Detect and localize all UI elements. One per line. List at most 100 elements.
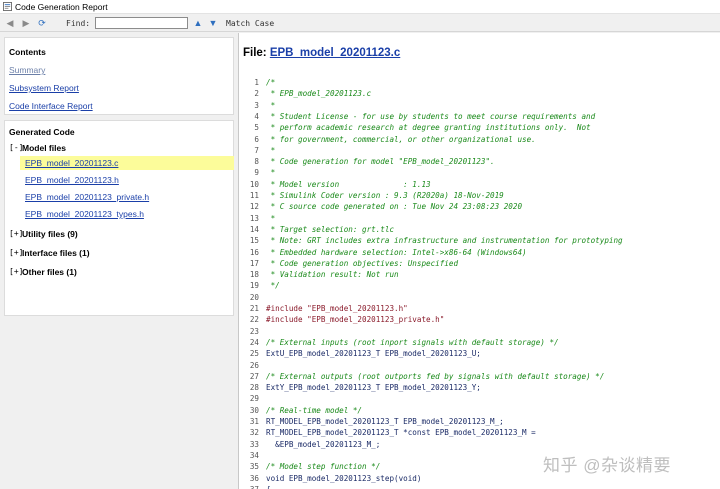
- file-header: File: EPB_model_20201123.c: [243, 47, 400, 59]
- line-number: 26: [249, 360, 259, 370]
- line-number: 2: [254, 89, 259, 99]
- code-line: 23: [239, 326, 720, 337]
- app-icon: [3, 2, 12, 11]
- file-link[interactable]: EPB_model_20201123_types.h: [25, 209, 144, 219]
- line-number: 31: [249, 417, 259, 426]
- forward-arrow-icon[interactable]: ▶: [21, 18, 31, 28]
- line-number: 25: [249, 349, 259, 359]
- match-case-toggle[interactable]: Match Case: [226, 19, 274, 28]
- back-arrow-icon[interactable]: ◀: [5, 18, 15, 28]
- code-line: 18 * Validation result: Not run: [239, 269, 720, 280]
- interface-files-group[interactable]: [+] Interface files (1): [9, 246, 229, 260]
- line-number: 32: [249, 428, 259, 438]
- find-previous-icon[interactable]: ▲: [193, 18, 203, 28]
- line-text: * C source code generated on : Tue Nov 2…: [266, 202, 523, 212]
- code-line: 21 #include "EPB_model_20201123.h": [239, 303, 720, 314]
- code-line: 31 RT_MODEL_EPB_model_20201123_T EPB_mode…: [239, 416, 720, 427]
- subsystem-report-link[interactable]: Subsystem Report: [9, 83, 79, 93]
- find-input[interactable]: [95, 17, 188, 29]
- line-text: * for government, commercial, or other o…: [266, 134, 536, 144]
- file-item[interactable]: EPB_model_20201123_private.h: [20, 190, 234, 204]
- line-number: 15: [249, 236, 259, 246]
- file-item-selected[interactable]: EPB_model_20201123.c: [20, 156, 234, 170]
- code-line: 11 * Simulink Coder version : 9.3 (R2020…: [239, 190, 720, 201]
- line-number: 24: [249, 337, 259, 347]
- file-item[interactable]: EPB_model_20201123_types.h: [20, 207, 234, 221]
- other-files-group[interactable]: [+] Other files (1): [9, 265, 229, 279]
- refresh-icon[interactable]: ⟳: [37, 18, 47, 28]
- line-text: #include "EPB_model_20201123_private.h": [266, 315, 445, 325]
- toolbar: ◀ ▶ ⟳ Find: ▲ ▼ Match Case: [0, 14, 720, 32]
- line-number: 37: [243, 484, 259, 489]
- interface-files-label: Interface files (1): [22, 248, 90, 258]
- code-line: 16 * Embedded hardware selection: Intel-…: [239, 247, 720, 258]
- line-text: void EPB_model_20201123_step(void): [266, 473, 422, 483]
- window-title: Code Generation Report: [15, 2, 108, 12]
- code-line: 32 RT_MODEL_EPB_model_20201123_T *const E…: [239, 427, 720, 438]
- line-number: 28: [249, 383, 259, 393]
- line-number: 18: [249, 270, 259, 280]
- generated-code-panel: Generated Code [-] Model files EPB_model…: [4, 120, 234, 316]
- line-number: 30: [249, 405, 259, 415]
- summary-link[interactable]: Summary: [9, 65, 45, 75]
- line-number: 29: [249, 394, 259, 404]
- file-link[interactable]: EPB_model_20201123.h: [25, 175, 119, 185]
- code-line: 24 /* External inputs (root inport signal…: [239, 337, 720, 348]
- file-item[interactable]: EPB_model_20201123.h: [20, 173, 234, 187]
- code-line: 8 * Code generation for model "EPB_model…: [239, 156, 720, 167]
- code-line: 19 */: [239, 280, 720, 291]
- line-text: */: [266, 281, 280, 291]
- code-line: 12 * C source code generated on : Tue No…: [239, 201, 720, 212]
- code-line: 6 * for government, commercial, or other…: [239, 134, 720, 145]
- line-text: ExtU_EPB_model_20201123_T EPB_model_2020…: [266, 349, 481, 359]
- line-number: 36: [249, 473, 259, 483]
- line-number: 8: [254, 157, 259, 167]
- code-view-pane: File: EPB_model_20201123.c 1/* 2 * EPB_mo…: [239, 33, 720, 489]
- code-line: 13 *: [239, 213, 720, 224]
- file-header-link[interactable]: EPB_model_20201123.c: [270, 47, 400, 59]
- line-text: * Validation result: Not run: [266, 270, 399, 280]
- utility-files-group[interactable]: [+] Utility files (9): [9, 227, 229, 241]
- utility-files-label: Utility files (9): [22, 229, 78, 239]
- model-files-group[interactable]: [-] Model files: [9, 141, 229, 155]
- contents-title: Contents: [9, 47, 46, 57]
- navigation-pane: Contents Summary Subsystem Report Code I…: [0, 33, 238, 489]
- line-text: *: [266, 100, 276, 110]
- line-text: /* External outputs (root outports fed b…: [266, 371, 605, 381]
- line-text: RT_MODEL_EPB_model_20201123_T EPB_model_…: [266, 417, 504, 426]
- line-text: * Target selection: grt.tlc: [266, 224, 395, 234]
- line-text: * perform academic research at degree gr…: [266, 123, 591, 133]
- line-text: ExtY_EPB_model_20201123_T EPB_model_2020…: [266, 383, 481, 393]
- code-line: 25 ExtU_EPB_model_20201123_T EPB_model_20…: [239, 348, 720, 359]
- line-text: * EPB_model_20201123.c: [266, 89, 372, 99]
- code-line: 5 * perform academic research at degree …: [239, 122, 720, 133]
- line-text: /* Real-time model */: [266, 405, 363, 415]
- file-link[interactable]: EPB_model_20201123_private.h: [25, 192, 149, 202]
- window-titlebar: Code Generation Report: [0, 0, 720, 14]
- line-number: 27: [249, 371, 259, 381]
- file-link[interactable]: EPB_model_20201123.c: [25, 158, 118, 168]
- line-text: /* Model step function */: [266, 462, 381, 472]
- line-number: 16: [249, 247, 259, 257]
- code-line: 26: [239, 360, 720, 371]
- line-text: * Model version : 1.13: [266, 179, 431, 189]
- model-files-label: Model files: [22, 143, 66, 153]
- line-number: 13: [249, 213, 259, 223]
- generated-code-title: Generated Code: [9, 127, 75, 137]
- find-label: Find:: [66, 19, 91, 28]
- line-number: 23: [249, 326, 259, 336]
- line-text: &EPB_model_20201123_M_;: [266, 439, 381, 449]
- code-line: 10 * Model version : 1.13: [239, 179, 720, 190]
- code-interface-report-link[interactable]: Code Interface Report: [9, 101, 93, 111]
- code-line: 3 *: [239, 100, 720, 111]
- find-next-icon[interactable]: ▼: [208, 18, 218, 28]
- line-text: #include "EPB_model_20201123.h": [266, 304, 408, 313]
- code-line: 7 *: [239, 145, 720, 156]
- line-text: * Note: GRT includes extra infrastructur…: [266, 236, 623, 246]
- line-text: * Simulink Coder version : 9.3 (R2020a) …: [266, 191, 504, 200]
- code-line: 29: [239, 393, 720, 404]
- line-text: * Code generation objectives: Unspecifie…: [266, 258, 459, 268]
- code-line: 37 {: [239, 484, 720, 489]
- line-text: * Code generation for model "EPB_model_2…: [266, 157, 495, 167]
- line-number: 11: [249, 191, 259, 200]
